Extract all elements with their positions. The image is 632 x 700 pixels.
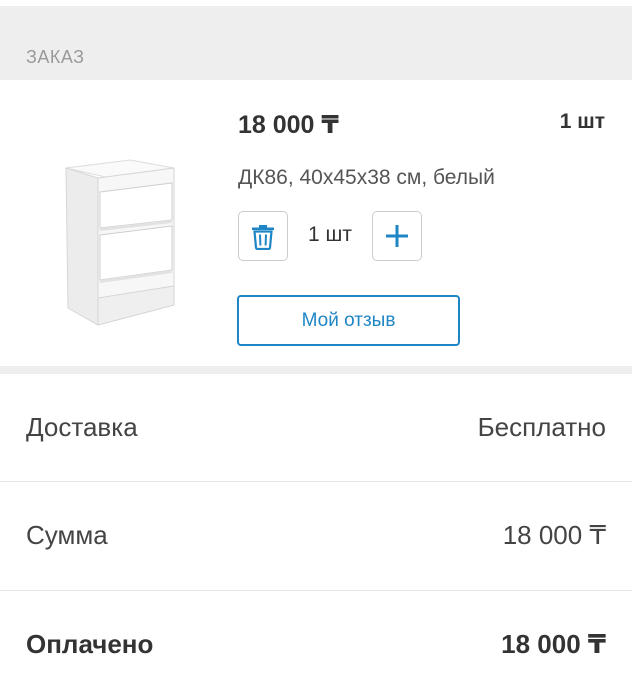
my-review-button[interactable]: Мой отзыв [237, 295, 460, 346]
delivery-row: Доставка Бесплатно [0, 374, 632, 482]
order-page: ЗАКАЗ 18 000 ₸ 1 шт ДК86, 40x45x38 см, б… [0, 0, 632, 700]
order-section-header: ЗАКАЗ [0, 6, 632, 80]
paid-row: Оплачено 18 000 ₸ [0, 591, 632, 699]
section-title: ЗАКАЗ [26, 47, 85, 67]
item-quantity: 1 шт [559, 110, 605, 133]
section-divider [0, 366, 632, 374]
item-description: ДК86, 40x45x38 см, белый [238, 166, 495, 189]
sum-row: Сумма 18 000 ₸ [0, 482, 632, 590]
paid-label: Оплачено [26, 629, 154, 659]
delivery-label: Доставка [26, 412, 138, 442]
paid-value: 18 000 ₸ [501, 629, 606, 659]
quantity-value: 1 шт [308, 223, 352, 246]
quantity-stepper: 1 шт [238, 211, 424, 261]
trash-icon [252, 225, 274, 250]
nightstand-image [65, 159, 175, 326]
plus-icon [386, 225, 408, 247]
sum-label: Сумма [26, 520, 108, 550]
product-image[interactable] [60, 120, 180, 330]
item-price: 18 000 ₸ [238, 111, 339, 139]
increase-quantity-button[interactable] [372, 211, 422, 261]
order-item-card: 18 000 ₸ 1 шт ДК86, 40x45x38 см, белый 1… [0, 80, 632, 366]
delete-item-button[interactable] [238, 211, 288, 261]
delivery-value: Бесплатно [477, 412, 606, 442]
sum-value: 18 000 ₸ [502, 520, 606, 550]
